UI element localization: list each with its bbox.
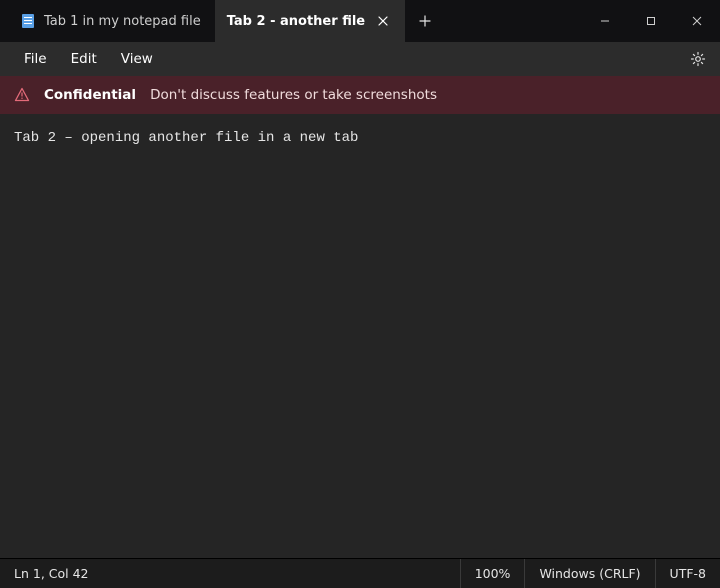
tab-item-2[interactable]: Tab 2 - another file: [215, 0, 405, 42]
new-tab-button[interactable]: [405, 0, 445, 42]
menu-view[interactable]: View: [109, 45, 165, 73]
gear-icon: [690, 51, 706, 67]
warning-icon: [14, 87, 30, 103]
status-cursor-position[interactable]: Ln 1, Col 42: [0, 559, 103, 588]
close-tab-button[interactable]: [375, 13, 391, 29]
text-editor[interactable]: Tab 2 – opening another file in a new ta…: [0, 114, 720, 558]
settings-button[interactable]: [684, 45, 712, 73]
tab-strip: Tab 1 in my notepad file Tab 2 - another…: [0, 0, 582, 42]
infobar-title: Confidential: [44, 87, 136, 103]
menu-file[interactable]: File: [12, 45, 59, 73]
tab-label: Tab 1 in my notepad file: [44, 14, 201, 29]
status-line-ending[interactable]: Windows (CRLF): [524, 559, 654, 588]
titlebar: Tab 1 in my notepad file Tab 2 - another…: [0, 0, 720, 42]
status-zoom[interactable]: 100%: [460, 559, 525, 588]
menubar: File Edit View: [0, 42, 720, 76]
statusbar: Ln 1, Col 42 100% Windows (CRLF) UTF-8: [0, 558, 720, 588]
minimize-button[interactable]: [582, 0, 628, 42]
editor-content: Tab 2 – opening another file in a new ta…: [14, 130, 358, 146]
notepad-file-icon: [20, 13, 36, 29]
infobar-message: Don't discuss features or take screensho…: [150, 87, 437, 103]
tab-label: Tab 2 - another file: [227, 14, 365, 29]
status-encoding[interactable]: UTF-8: [655, 559, 720, 588]
tab-item-1[interactable]: Tab 1 in my notepad file: [8, 0, 215, 42]
menu-edit[interactable]: Edit: [59, 45, 109, 73]
maximize-button[interactable]: [628, 0, 674, 42]
close-window-button[interactable]: [674, 0, 720, 42]
window-controls: [582, 0, 720, 42]
infobar: Confidential Don't discuss features or t…: [0, 76, 720, 114]
